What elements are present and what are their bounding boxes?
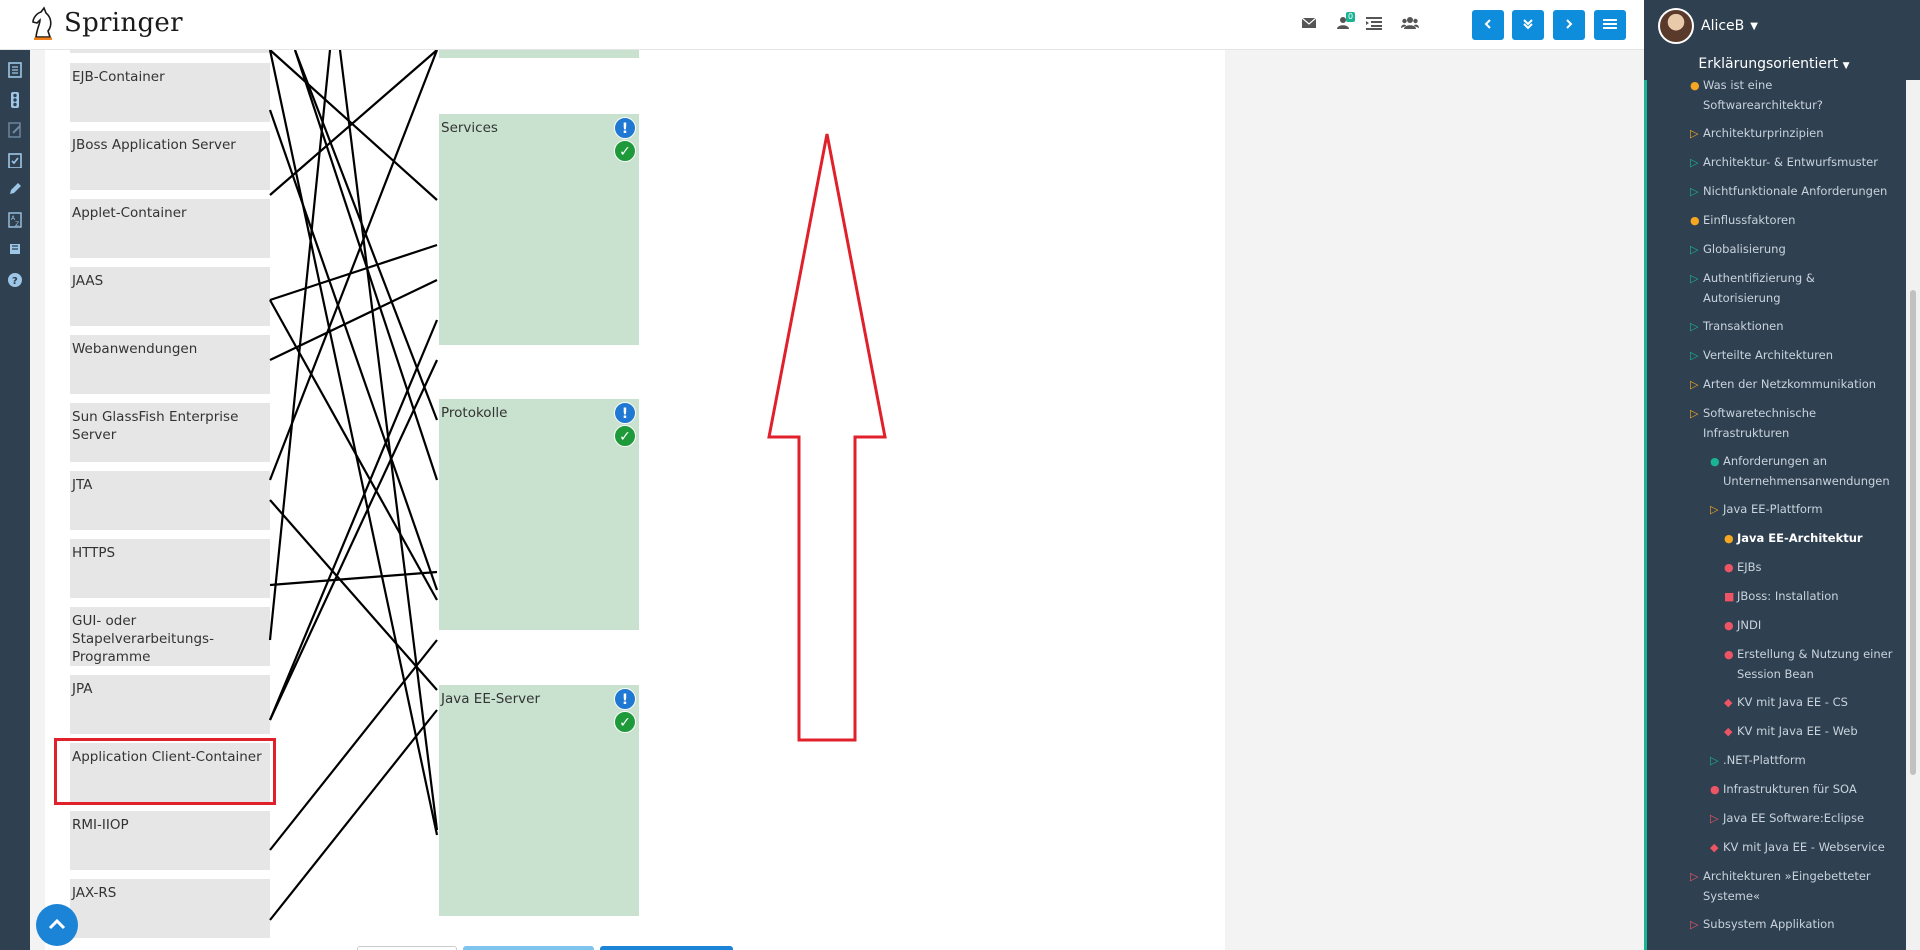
username: AliceB — [1701, 18, 1745, 34]
tree-item[interactable]: ▷ Verteilte Architekturen — [1690, 346, 1905, 366]
chevron-up-icon — [48, 918, 66, 930]
triangle-marker-icon: ▷ — [1690, 272, 1699, 285]
scroll-to-top-button[interactable] — [36, 904, 78, 946]
indent-list-icon[interactable] — [1363, 14, 1385, 36]
users-notification-icon[interactable]: 0 — [1334, 12, 1356, 36]
notification-badge: 0 — [1346, 12, 1356, 22]
edit-document-icon[interactable] — [5, 122, 25, 142]
envelope-icon[interactable] — [1298, 14, 1320, 36]
double-chevron-down-icon — [1523, 19, 1533, 30]
brand-name: Springer — [64, 8, 183, 38]
triangle-marker-icon: ▷ — [1690, 870, 1699, 883]
tree-item[interactable]: ▷ Arten der Netzkommunikation — [1690, 375, 1905, 395]
tree-item[interactable]: ◆ KV mit Java EE - Web — [1724, 722, 1905, 742]
tree-item[interactable]: ▷ Java EE Software:Eclipse — [1710, 809, 1905, 829]
tree-item[interactable]: ▷ Softwaretechnische Infrastrukturen — [1690, 404, 1850, 443]
jump-down-button[interactable] — [1512, 10, 1544, 40]
a-z-icon[interactable]: AZ — [5, 212, 25, 232]
diamond-marker-icon: ◆ — [1724, 696, 1733, 709]
tree-item[interactable]: ▷ Globalisierung — [1690, 240, 1905, 260]
book-icon[interactable] — [5, 242, 25, 262]
triangle-marker-icon: ▷ — [1710, 754, 1719, 767]
group-icon[interactable] — [1399, 14, 1421, 36]
tree-item[interactable]: ■ JBoss: Installation — [1724, 587, 1905, 607]
tree-item[interactable]: ● EJBs — [1724, 558, 1905, 578]
triangle-marker-icon: ▷ — [1690, 918, 1699, 931]
menu-button[interactable] — [1594, 10, 1626, 40]
next-button[interactable] — [1553, 10, 1585, 40]
tree-item[interactable]: ◆ KV mit Java EE - CS — [1724, 693, 1905, 713]
mode-label: Erklärungsorientiert — [1698, 56, 1839, 72]
tree-item[interactable]: ▷ Transaktionen — [1690, 317, 1905, 337]
previous-button[interactable] — [1472, 10, 1504, 40]
square-marker-icon: ■ — [1724, 590, 1735, 603]
diamond-marker-icon: ◆ — [1710, 841, 1719, 854]
triangle-marker-icon: ▷ — [1690, 407, 1699, 420]
tree-item[interactable]: ▷ Java EE-Plattform — [1710, 500, 1905, 520]
tree-item-active[interactable]: ● Java EE-Architektur — [1724, 529, 1905, 549]
top-bar: Springer 0 — [0, 0, 1644, 50]
connector-lines — [268, 49, 439, 921]
triangle-marker-icon: ▷ — [1710, 812, 1719, 825]
triangle-marker-icon: ▷ — [1690, 243, 1699, 256]
chevron-left-icon — [1484, 19, 1491, 29]
traffic-light-icon[interactable] — [5, 92, 25, 112]
svg-text:Z: Z — [15, 221, 19, 228]
chevron-right-icon — [1566, 19, 1573, 29]
dot-marker-icon: ● — [1710, 455, 1720, 468]
triangle-marker-icon: ▷ — [1690, 320, 1699, 333]
mode-dropdown[interactable]: Erklärungsorientiert ▼ — [1644, 56, 1904, 72]
tree-item[interactable]: ● Was ist eine Softwarearchitektur? — [1690, 76, 1850, 115]
triangle-marker-icon: ▷ — [1690, 127, 1699, 140]
tree-item[interactable]: ● Einflussfaktoren — [1690, 211, 1905, 231]
sidebar-accent-line — [1644, 80, 1647, 950]
hamburger-menu-icon — [1603, 19, 1617, 29]
dot-marker-icon: ● — [1724, 619, 1734, 632]
user-menu[interactable]: AliceB ▼ — [1658, 8, 1758, 44]
chess-knight-logo-icon — [32, 6, 52, 40]
left-toolbar: AZ ? — [0, 50, 30, 950]
tree-item[interactable]: ▷ Subsystem Applikation — [1690, 915, 1905, 935]
tree-item[interactable]: ▷ Architekturprinzipien — [1690, 124, 1905, 144]
caret-down-icon: ▼ — [1750, 20, 1758, 32]
tree-item[interactable]: ▷ Architekturen »Eingebetteter Systeme« — [1690, 867, 1905, 906]
triangle-marker-icon: ▷ — [1690, 378, 1699, 391]
pencil-icon[interactable] — [5, 182, 25, 202]
app-window: Springer 0 A Z ? EJB-Container JBoss App… — [0, 0, 1920, 950]
dot-marker-icon: ● — [1724, 561, 1734, 574]
tree-item[interactable]: ● Erstellung & Nutzung einer Session Bean — [1724, 645, 1905, 684]
dot-marker-icon: ● — [1724, 648, 1734, 661]
tree-item[interactable]: ● Anforderungen an Unternehmensanwendunge… — [1710, 452, 1905, 491]
avatar — [1658, 8, 1694, 44]
dot-marker-icon: ● — [1690, 214, 1700, 227]
dot-marker-icon: ● — [1724, 532, 1734, 545]
dot-marker-icon: ● — [1710, 783, 1720, 796]
tree-item[interactable]: ● Infrastrukturen für SOA — [1710, 780, 1905, 800]
clipboard-check-icon[interactable] — [5, 152, 25, 172]
question-icon[interactable]: ? — [5, 272, 25, 292]
tree-item[interactable]: ● JNDI — [1724, 616, 1905, 636]
springer-logo[interactable]: Springer — [28, 6, 183, 40]
connection-lines — [268, 49, 887, 921]
tree-item[interactable]: ▷ Authentifizierung & Autorisierung — [1690, 269, 1880, 308]
red-up-arrow-icon — [767, 133, 887, 742]
diamond-marker-icon: ◆ — [1724, 725, 1733, 738]
triangle-marker-icon: ▷ — [1710, 503, 1719, 516]
tree-item[interactable]: ▷ .NET-Plattform — [1710, 751, 1905, 771]
document-icon[interactable] — [5, 62, 25, 82]
triangle-marker-icon: ▷ — [1690, 349, 1699, 362]
svg-text:?: ? — [12, 276, 18, 287]
tree-item[interactable]: ▷ Nichtfunktionale Anforderungen — [1690, 182, 1905, 202]
triangle-marker-icon: ▷ — [1690, 185, 1699, 198]
sidebar-scrollbar-thumb[interactable] — [1910, 290, 1916, 775]
caret-down-icon: ▼ — [1842, 61, 1850, 71]
triangle-marker-icon: ▷ — [1690, 156, 1699, 169]
tree-item[interactable]: ▷ Architektur- & Entwurfsmuster — [1690, 153, 1905, 173]
tree-item[interactable]: ◆ KV mit Java EE - Webservice — [1710, 838, 1905, 858]
right-sidebar: AliceB ▼ Erklärungsorientiert ▼ ● Was ist… — [1644, 0, 1920, 950]
dot-marker-icon: ● — [1690, 79, 1700, 92]
